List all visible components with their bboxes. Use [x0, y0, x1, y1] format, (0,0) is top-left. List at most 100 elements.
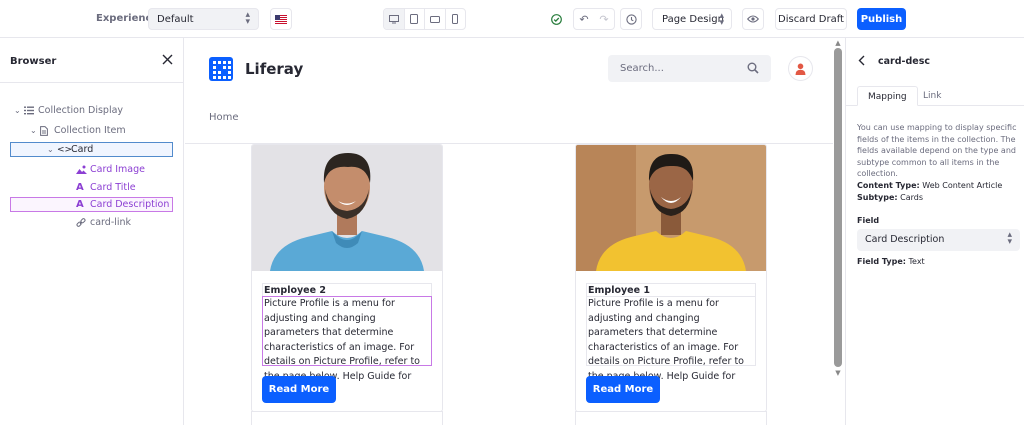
page-canvas: Liferay Search... Home Employee 2 Pictur… [185, 38, 844, 425]
card-image [576, 145, 766, 271]
top-toolbar: Experience Default ▴ ▾ ↶ ↷ Page Design ▴… [0, 0, 1024, 38]
list-icon [24, 106, 38, 115]
undo-redo-group: ↶ ↷ [573, 8, 615, 30]
chevron-down-icon[interactable]: ⌄ [14, 106, 24, 115]
discard-draft-button[interactable]: Discard Draft [775, 8, 847, 30]
preview-button[interactable] [742, 8, 764, 30]
browser-title: Browser [10, 56, 57, 67]
search-icon[interactable] [747, 62, 759, 74]
check-circle-icon [551, 14, 562, 25]
tree-item-card[interactable]: ⌄ <> Card [10, 142, 173, 157]
select-caret-icon: ▴ ▾ [719, 11, 724, 28]
page-icon [40, 125, 54, 136]
tree-item-card-title[interactable]: A Card Title [76, 180, 136, 195]
tablet-preview-button[interactable] [405, 9, 425, 29]
subtype-value: Cards [900, 193, 924, 202]
landscape-phone-preview-button[interactable] [425, 9, 446, 29]
tree-item-label: Card [71, 144, 94, 155]
experience-select[interactable]: Default ▴ ▾ [148, 8, 259, 30]
tree-item-label: Collection Item [54, 125, 126, 136]
search-input[interactable]: Search... [608, 55, 771, 82]
tree-item-card-description[interactable]: A Card Description [10, 197, 173, 212]
card-image [252, 145, 442, 271]
desktop-preview-button[interactable] [384, 9, 405, 29]
select-caret-icon: ▴ ▾ [1007, 230, 1012, 247]
tree-item-label: Card Title [90, 182, 136, 193]
clock-icon [625, 13, 637, 25]
tree-item-collection-item[interactable]: ⌄ Collection Item [30, 123, 126, 138]
scroll-up-icon[interactable]: ▲ [834, 39, 842, 47]
page-design-mode-select[interactable]: Page Design ▴ ▾ [652, 8, 732, 30]
configuration-panel: card-desc Mapping Link You can use mappi… [845, 38, 1024, 425]
field-type-value: Text [908, 257, 925, 266]
read-more-button[interactable]: Read More [262, 376, 336, 403]
card-description[interactable]: Picture Profile is a menu for adjusting … [586, 296, 756, 396]
phone-preview-button[interactable] [446, 9, 466, 29]
content-type-label: Content Type: [857, 181, 920, 190]
panel-title: card-desc [878, 56, 930, 67]
subtype-label: Subtype: [857, 193, 898, 202]
text-icon: A [76, 199, 84, 210]
redo-icon[interactable]: ↷ [599, 13, 608, 26]
undo-icon[interactable]: ↶ [579, 13, 588, 26]
device-preview-group [383, 8, 466, 30]
tree-item-label: Card Image [90, 164, 145, 175]
collection-card: Employee 1 Picture Profile is a menu for… [575, 144, 767, 412]
desktop-icon [388, 14, 399, 23]
read-more-label: Read More [268, 384, 330, 395]
config-tabs: Mapping Link [846, 86, 1024, 106]
site-header: Liferay Search... Home [185, 38, 833, 144]
content-type-value: Web Content Article [922, 181, 1003, 190]
language-selector-button[interactable] [270, 8, 292, 30]
field-type-row: Field Type: Text [857, 257, 925, 266]
tree-item-collection-display[interactable]: ⌄ Collection Display [14, 103, 123, 118]
mapping-help-text: You can use mapping to display specific … [857, 123, 1017, 178]
card-title: Employee 2 [262, 283, 432, 297]
eye-icon [747, 15, 759, 23]
tree-item-label: card-link [90, 217, 132, 228]
publish-button[interactable]: Publish [857, 8, 906, 30]
discard-draft-label: Discard Draft [778, 13, 844, 25]
search-placeholder: Search... [620, 63, 664, 74]
tab-link[interactable]: Link [913, 86, 951, 106]
close-icon[interactable] [162, 54, 173, 65]
experience-value: Default [157, 14, 194, 25]
tree-item-label: Collection Display [38, 105, 124, 116]
scroll-down-icon[interactable]: ▼ [834, 369, 842, 377]
read-more-button[interactable]: Read More [586, 376, 660, 403]
field-type-label: Field Type: [857, 257, 906, 266]
us-flag-icon [275, 14, 287, 24]
browser-panel: Browser ⌄ Collection Display ⌄ Collectio… [0, 38, 184, 425]
card-description[interactable]: Picture Profile is a menu for adjusting … [262, 296, 432, 396]
mode-label: Page Design [662, 13, 724, 25]
code-icon: <> [57, 144, 73, 155]
tree-item-card-image[interactable]: Card Image [76, 162, 145, 177]
chevron-left-icon[interactable] [858, 55, 866, 66]
canvas-scrollbar[interactable] [834, 48, 842, 367]
chevron-down-icon[interactable]: ⌄ [30, 126, 40, 135]
nav-home-link[interactable]: Home [209, 112, 239, 123]
tree-item-label: Card Description [90, 199, 170, 210]
text-icon: A [76, 182, 84, 193]
liferay-logo [209, 57, 233, 81]
field-label: Field [857, 216, 880, 225]
panel-divider [0, 82, 184, 83]
collection-card: Employee 2 Picture Profile is a menu for… [251, 144, 443, 412]
tree-item-card-link[interactable]: card-link [76, 215, 131, 230]
user-avatar-button[interactable] [788, 56, 813, 81]
landscape-phone-icon [429, 15, 440, 23]
tablet-icon [410, 14, 419, 24]
subtype-row: Subtype: Cards [857, 193, 923, 202]
tab-mapping[interactable]: Mapping [857, 86, 918, 106]
card-title: Employee 1 [586, 283, 756, 297]
next-card-edge [251, 411, 443, 425]
select-caret-icon: ▴ ▾ [245, 10, 250, 27]
field-select[interactable]: Card Description ▴ ▾ [857, 229, 1020, 251]
history-button[interactable] [620, 8, 642, 30]
image-icon [76, 165, 90, 174]
next-card-edge [575, 411, 767, 425]
user-icon [795, 63, 806, 75]
read-more-label: Read More [592, 384, 654, 395]
chevron-down-icon[interactable]: ⌄ [47, 145, 57, 154]
link-icon [76, 217, 90, 228]
